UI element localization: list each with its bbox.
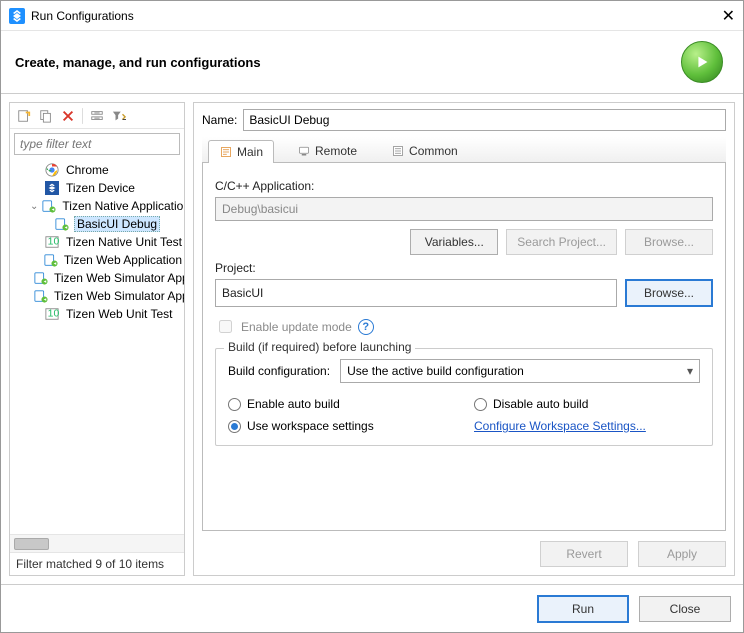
new-config-icon[interactable] — [14, 106, 34, 126]
name-label: Name: — [202, 113, 237, 127]
radio-enable-auto[interactable]: Enable auto build — [228, 397, 454, 411]
tree-item-web-sim1[interactable]: Tizen Web Simulator Application — [10, 269, 184, 287]
tree-item-basicui-debug[interactable]: BasicUI Debug — [10, 215, 184, 233]
tizen-icon — [44, 180, 60, 196]
duplicate-config-icon[interactable] — [36, 106, 56, 126]
tree-item-native-unit-test[interactable]: 101 Tizen Native Unit Test — [10, 233, 184, 251]
build-config-select[interactable]: Use the active build configuration — [340, 359, 700, 383]
tab-main[interactable]: Main — [208, 140, 274, 163]
native-app-icon — [43, 252, 58, 268]
name-input[interactable] — [243, 109, 726, 131]
tree-item-web-sim2[interactable]: Tizen Web Simulator Application — [10, 287, 184, 305]
tree-item-chrome[interactable]: Chrome — [10, 161, 184, 179]
filter-status: Filter matched 9 of 10 items — [10, 552, 184, 575]
close-button[interactable]: Close — [639, 596, 731, 622]
tree-h-scrollbar[interactable] — [10, 534, 184, 552]
help-icon[interactable]: ? — [358, 319, 374, 335]
remote-tab-icon — [297, 144, 311, 158]
unit-test-icon: 101 — [44, 234, 60, 250]
tree-item-tizen-device[interactable]: Tizen Device — [10, 179, 184, 197]
config-tree[interactable]: Chrome Tizen Device ⌄ Tizen Native Appli… — [10, 159, 184, 534]
delete-config-icon[interactable] — [58, 106, 78, 126]
run-button[interactable]: Run — [537, 595, 629, 623]
native-app-icon — [42, 198, 56, 214]
project-input[interactable] — [215, 279, 617, 307]
build-config-label: Build configuration: — [228, 364, 330, 378]
enable-update-label: Enable update mode — [241, 320, 352, 334]
svg-text:101: 101 — [48, 308, 59, 320]
radio-icon — [228, 420, 241, 433]
toolbar-separator — [82, 108, 83, 124]
app-icon — [9, 8, 25, 24]
native-app-icon — [54, 216, 70, 232]
unit-test-icon: 101 — [44, 306, 60, 322]
configure-workspace-link[interactable]: Configure Workspace Settings... — [474, 419, 646, 433]
browse-project-button[interactable]: Browse... — [625, 279, 713, 307]
native-app-icon — [34, 270, 48, 286]
tab-remote[interactable]: Remote — [286, 139, 368, 162]
radio-workspace[interactable]: Use workspace settings — [228, 419, 454, 433]
main-tab-icon — [219, 145, 233, 159]
apply-button: Apply — [638, 541, 726, 567]
radio-disable-auto[interactable]: Disable auto build — [474, 397, 700, 411]
expand-icon[interactable]: ⌄ — [30, 201, 38, 212]
tree-item-web-app[interactable]: Tizen Web Application — [10, 251, 184, 269]
project-label: Project: — [215, 261, 713, 275]
build-group-legend: Build (if required) before launching — [224, 340, 415, 354]
svg-text:101: 101 — [48, 236, 59, 248]
search-project-button: Search Project... — [506, 229, 617, 255]
native-app-icon — [34, 288, 48, 304]
radio-icon — [474, 398, 487, 411]
tree-item-tizen-native[interactable]: ⌄ Tizen Native Application — [10, 197, 184, 215]
browse-app-button: Browse... — [625, 229, 713, 255]
collapse-all-icon[interactable] — [87, 106, 107, 126]
app-path-input — [215, 197, 713, 221]
chrome-icon — [44, 162, 60, 178]
radio-icon — [228, 398, 241, 411]
common-tab-icon — [391, 144, 405, 158]
tab-common[interactable]: Common — [380, 139, 469, 162]
app-label: C/C++ Application: — [215, 179, 713, 193]
revert-button: Revert — [540, 541, 628, 567]
window-title: Run Configurations — [31, 9, 695, 23]
page-heading: Create, manage, and run configurations — [15, 55, 681, 70]
enable-update-checkbox — [219, 320, 232, 333]
filter-dropdown-icon[interactable] — [109, 106, 129, 126]
variables-button[interactable]: Variables... — [410, 229, 498, 255]
run-orb-icon — [681, 41, 723, 83]
tree-item-web-unit-test[interactable]: 101 Tizen Web Unit Test — [10, 305, 184, 323]
filter-input[interactable] — [14, 133, 180, 155]
window-close-icon[interactable]: ✕ — [695, 6, 735, 26]
